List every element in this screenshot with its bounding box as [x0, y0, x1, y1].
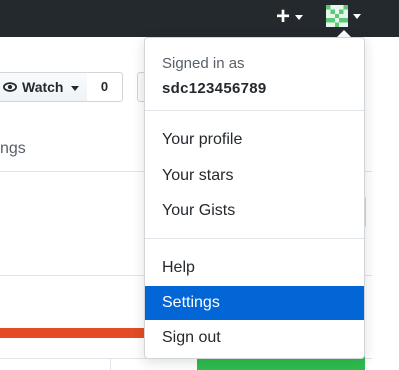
- menu-item-your-stars[interactable]: Your stars: [145, 159, 364, 193]
- menu-item-sign-out[interactable]: Sign out: [145, 321, 364, 355]
- signed-in-label: Signed in as: [162, 55, 245, 72]
- chevron-down-icon: [295, 15, 303, 20]
- menu-item-your-gists[interactable]: Your Gists: [145, 194, 364, 228]
- menu-divider: [145, 110, 364, 111]
- chevron-down-icon: [353, 14, 361, 19]
- user-menu-button[interactable]: [322, 2, 370, 32]
- eye-icon: [3, 82, 17, 92]
- watch-count[interactable]: 0: [87, 72, 123, 102]
- menu-divider: [145, 238, 364, 239]
- menu-item-help[interactable]: Help: [145, 251, 364, 285]
- file-table-divider: [110, 358, 111, 370]
- watch-button[interactable]: Watch: [0, 72, 88, 102]
- watch-label: Watch: [22, 79, 64, 95]
- create-new-button[interactable]: +: [272, 4, 308, 30]
- user-dropdown-menu: Signed in as sdc123456789 Your profile Y…: [144, 37, 365, 359]
- menu-item-settings[interactable]: Settings: [145, 286, 364, 320]
- username: sdc123456789: [162, 80, 267, 97]
- signed-in-header: Signed in as sdc123456789: [145, 38, 364, 110]
- language-bar: [0, 328, 145, 338]
- plus-icon: +: [276, 3, 291, 30]
- avatar: [326, 5, 348, 27]
- menu-item-your-profile[interactable]: Your profile: [145, 123, 364, 157]
- tab-settings[interactable]: tings: [0, 140, 26, 158]
- chevron-down-icon: [71, 86, 79, 91]
- page-margin: [372, 40, 399, 370]
